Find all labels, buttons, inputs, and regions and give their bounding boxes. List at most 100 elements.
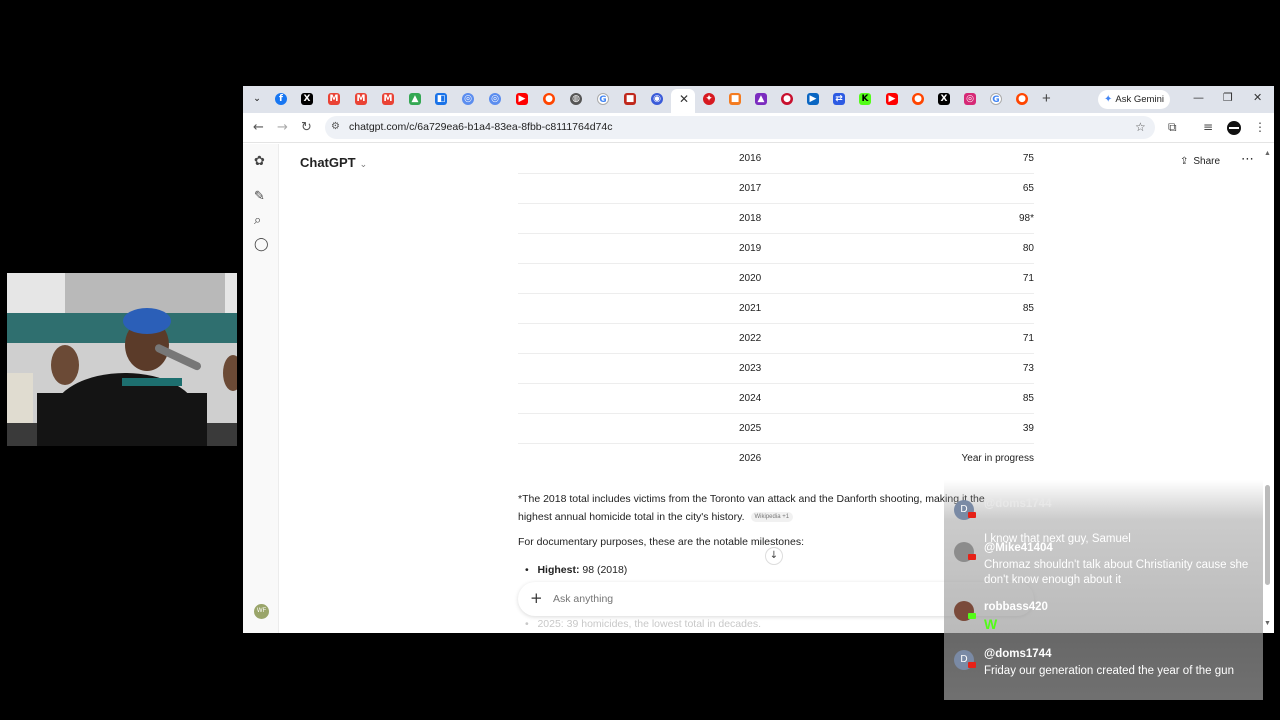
url-field[interactable]: ⚙ chatgpt.com/c/6a729ea6-b1a4-83ea-8fbb-… <box>325 116 1155 139</box>
back-button[interactable]: ← <box>253 120 264 135</box>
reading-list-icon[interactable]: ≡ <box>1203 120 1213 134</box>
tab-reddit-icon[interactable]: ● <box>543 93 555 105</box>
share-button[interactable]: ⇪ Share <box>1180 156 1220 167</box>
tab-app-icon[interactable]: ■ <box>624 93 636 105</box>
tab-x-icon[interactable]: X <box>938 93 950 105</box>
tab-reddit-icon[interactable]: ● <box>912 93 924 105</box>
search-icon[interactable]: ⌕ <box>254 213 261 228</box>
tab-youtube-icon[interactable]: ▶ <box>886 93 898 105</box>
table-row: 2020 71 <box>518 264 1034 294</box>
attach-plus-icon[interactable]: + <box>530 589 543 607</box>
table-cell-value: 39 <box>1022 423 1034 434</box>
tab-youtube-icon[interactable]: ▶ <box>516 93 528 105</box>
new-chat-icon[interactable]: ✎ <box>254 189 265 204</box>
page-scrollbar[interactable]: ▲ ▼ <box>1264 150 1271 628</box>
tab-search-icon[interactable]: ⌄ <box>251 93 263 105</box>
table-cell-year: 2019 <box>739 243 762 254</box>
table-cell-year: 2023 <box>739 363 762 374</box>
tab-x-icon[interactable]: X <box>301 93 313 105</box>
chat-text: Chromaz shouldn't talk about Christianit… <box>984 559 1249 586</box>
openai-logo-icon[interactable]: ✿ <box>254 154 265 169</box>
tab-app-icon[interactable]: ▶ <box>807 93 819 105</box>
chats-icon[interactable]: ◯ <box>254 237 269 252</box>
table-row: 2016 75 <box>518 144 1034 174</box>
share-label: Share <box>1193 156 1221 167</box>
chat-username: @Mike41404 <box>984 542 1053 554</box>
table-cell-value: 71 <box>1022 333 1034 344</box>
table-cell-year: 2017 <box>739 183 762 194</box>
tab-google-icon[interactable]: G <box>990 93 1002 105</box>
homicide-table: 2016 75 2017 65 2018 98* 2019 80 2020 71 2021… <box>518 144 1034 474</box>
tab-app-icon[interactable]: ✦ <box>703 93 715 105</box>
extensions-icon[interactable]: ⧉ <box>1168 120 1177 135</box>
bookmark-star-icon[interactable]: ☆ <box>1135 120 1146 134</box>
more-options-icon[interactable]: ⋯ <box>1241 152 1254 167</box>
tab-app-icon[interactable]: ◎ <box>462 93 474 105</box>
tab-app-icon[interactable]: ◧ <box>435 93 447 105</box>
list-item: • Highest: 98 (2018) <box>525 564 628 576</box>
scrollbar-thumb[interactable] <box>1265 485 1270 585</box>
citation-badge[interactable]: Wikipedia +1 <box>750 512 794 523</box>
maximize-button[interactable]: ❐ <box>1223 91 1233 104</box>
tab-app-icon[interactable]: ■ <box>729 93 741 105</box>
tab-google-icon[interactable]: G <box>597 93 609 105</box>
model-selector[interactable]: ChatGPT ⌄ <box>300 155 367 170</box>
tab-globe-icon[interactable]: ◍ <box>570 93 582 105</box>
table-row: 2017 65 <box>518 174 1034 204</box>
scroll-to-bottom-button[interactable]: ↓ <box>765 547 783 565</box>
live-chat-overlay: D @doms1744 I know that next guy, Samuel… <box>944 480 1263 700</box>
close-window-button[interactable]: ✕ <box>1253 91 1262 104</box>
tab-app-icon[interactable]: ◎ <box>489 93 501 105</box>
tab-kick-icon[interactable]: K <box>859 93 871 105</box>
webcam-feed <box>7 273 237 446</box>
milestones-intro: For documentary purposes, these are the … <box>518 536 804 548</box>
share-icon: ⇪ <box>1180 156 1189 167</box>
chat-username: @doms1744 <box>984 648 1052 660</box>
ask-gemini-button[interactable]: ✦ Ask Gemini <box>1098 90 1170 109</box>
table-row: 2021 85 <box>518 294 1034 324</box>
tab-reddit-icon[interactable]: ● <box>1016 93 1028 105</box>
tab-gmail-icon[interactable]: M <box>328 93 340 105</box>
table-cell-value: Year in progress <box>961 453 1034 464</box>
tab-app-icon[interactable]: ● <box>781 93 793 105</box>
sidebar-rail: ✿ ✎ ⌕ ◯ WF <box>243 144 279 633</box>
list-item: • 2025: 39 homicides, the lowest total i… <box>525 618 761 630</box>
address-bar: ← → ↻ ⚙ chatgpt.com/c/6a729ea6-b1a4-83ea… <box>243 113 1274 143</box>
table-cell-year: 2020 <box>739 273 762 284</box>
tab-app-icon[interactable]: ◉ <box>651 93 663 105</box>
site-info-icon[interactable]: ⚙ <box>331 121 340 132</box>
table-cell-value: 75 <box>1022 153 1034 164</box>
table-cell-year: 2018 <box>739 213 762 224</box>
table-cell-value: 85 <box>1022 393 1034 404</box>
table-cell-year: 2021 <box>739 303 762 314</box>
user-avatar[interactable]: WF <box>254 604 269 619</box>
tab-close-icon[interactable]: ✕ <box>679 92 689 106</box>
browser-menu-icon[interactable]: ⋮ <box>1254 120 1266 134</box>
tab-gmail-icon[interactable]: M <box>382 93 394 105</box>
tab-facebook-icon[interactable]: f <box>275 93 287 105</box>
youtube-icon <box>968 512 976 518</box>
table-cell-year: 2022 <box>739 333 762 344</box>
tab-gmail-icon[interactable]: M <box>355 93 367 105</box>
ask-gemini-label: Ask Gemini <box>1115 94 1164 105</box>
table-row: 2019 80 <box>518 234 1034 264</box>
table-row: 2022 71 <box>518 324 1034 354</box>
table-cell-year: 2026 <box>739 453 762 464</box>
tab-instagram-icon[interactable]: ◎ <box>964 93 976 105</box>
new-tab-button[interactable]: + <box>1042 90 1051 107</box>
minimize-button[interactable]: — <box>1193 91 1204 104</box>
reload-button[interactable]: ↻ <box>301 120 312 135</box>
scroll-up-arrow-icon[interactable]: ▲ <box>1264 150 1271 157</box>
tab-app-icon[interactable]: ⇄ <box>833 93 845 105</box>
table-cell-value: 80 <box>1022 243 1034 254</box>
table-cell-year: 2025 <box>739 423 762 434</box>
table-cell-value: 73 <box>1022 363 1034 374</box>
tab-strip: ⌄ f X M M M ▲ ◧ ◎ ◎ ▶ ● ◍ G ■ ◉ ✕ ✦ ■ ▲ … <box>243 86 1274 113</box>
scroll-down-arrow-icon[interactable]: ▼ <box>1264 620 1271 627</box>
prompt-input[interactable] <box>553 593 853 605</box>
forward-button[interactable]: → <box>277 120 288 135</box>
profile-avatar[interactable] <box>1227 121 1241 135</box>
kick-icon <box>968 613 976 619</box>
tab-drive-icon[interactable]: ▲ <box>409 93 421 105</box>
tab-app-icon[interactable]: ▲ <box>755 93 767 105</box>
